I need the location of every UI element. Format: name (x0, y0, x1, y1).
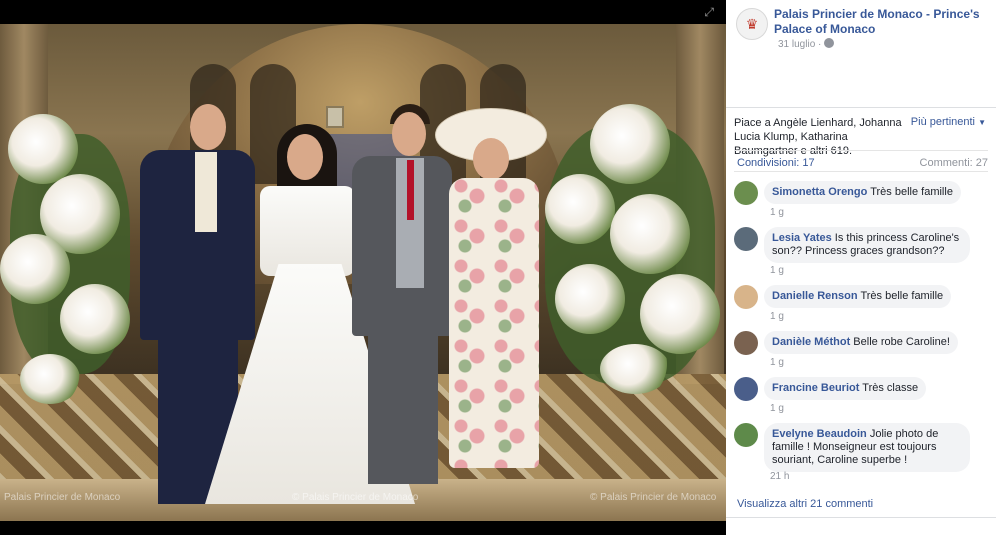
commenter-avatar[interactable] (734, 181, 758, 205)
photo-viewer: Palais Princier de Monaco © Palais Princ… (0, 0, 726, 535)
comment-bubble: Simonetta Orengo Très belle famille (764, 181, 961, 204)
red-tie (407, 160, 414, 220)
date-text: 31 luglio (778, 39, 816, 50)
commenter-name[interactable]: Danièle Méthot (772, 336, 850, 348)
flower-arrangement (60, 284, 130, 354)
flower-arrangement (610, 194, 690, 274)
flower-arrangement (640, 274, 720, 354)
watermark: © Palais Princier de Monaco (590, 492, 717, 503)
commenter-name[interactable]: Simonetta Orengo (772, 186, 867, 198)
commenter-avatar[interactable] (734, 331, 758, 355)
comment-bubble: Lesia Yates Is this princess Caroline's … (764, 227, 970, 263)
comments-count[interactable]: Commenti: 27 (920, 157, 988, 169)
commenter-avatar[interactable] (734, 423, 758, 447)
divider (726, 517, 996, 518)
comment-bubble: Danièle Méthot Belle robe Caroline! (764, 331, 958, 354)
commenter-name[interactable]: Danielle Renson (772, 290, 858, 302)
flower-arrangement (545, 174, 615, 244)
gown-bodice (260, 186, 355, 276)
commenter-name[interactable]: Francine Beuriot (772, 382, 859, 394)
floral-dress (449, 178, 539, 468)
commenter-name[interactable]: Lesia Yates (772, 232, 832, 244)
post-header: ♛ Palais Princier de Monaco - Prince's P… (726, 0, 996, 108)
caret-down-icon: ▼ (978, 118, 986, 127)
flower-arrangement (0, 234, 70, 304)
post-stats: Condivisioni: 17 Commenti: 27 (734, 150, 988, 172)
commenter-avatar[interactable] (734, 227, 758, 251)
view-more-comments-link[interactable]: Visualizza altri 21 commenti (737, 498, 873, 510)
relevance-dropdown[interactable]: Più pertinenti ▼ (911, 116, 986, 128)
comment-time[interactable]: 1 g (770, 357, 784, 368)
comment-time[interactable]: 1 g (770, 311, 784, 322)
page-avatar[interactable]: ♛ (736, 8, 768, 40)
comment-text: Très belle famille (870, 186, 953, 198)
flower-arrangement (8, 114, 78, 184)
comment-time[interactable]: 1 g (770, 207, 784, 218)
flower-arrangement (600, 344, 670, 394)
flower-arrangement (20, 354, 80, 404)
commenter-avatar[interactable] (734, 285, 758, 309)
commenter-avatar[interactable] (734, 377, 758, 401)
comment-bubble: Evelyne Beaudoin Jolie photo de famille … (764, 423, 970, 472)
comment-time[interactable]: 1 g (770, 403, 784, 414)
comment-time[interactable]: 21 h (770, 471, 789, 482)
flower-arrangement (590, 104, 670, 184)
watermark: Palais Princier de Monaco (4, 492, 121, 503)
expand-icon[interactable]: ⤢ (704, 5, 714, 20)
face (287, 134, 323, 180)
commenter-name[interactable]: Evelyne Beaudoin (772, 428, 867, 440)
post-date[interactable]: 31 luglio · (778, 38, 835, 50)
person-floral-dress (435, 108, 550, 478)
globe-icon (824, 38, 835, 48)
comments-panel: ♛ Palais Princier de Monaco - Prince's P… (726, 0, 996, 535)
page-name-link[interactable]: Palais Princier de Monaco - Prince's Pal… (774, 7, 990, 37)
face (473, 138, 509, 180)
post-photo[interactable]: Palais Princier de Monaco © Palais Princ… (0, 24, 726, 521)
comment-bubble: Danielle Renson Très belle famille (764, 285, 952, 308)
crest-icon: ♛ (745, 15, 759, 32)
relevance-label: Più pertinenti (910, 116, 976, 128)
comment-text: Très classe (862, 382, 919, 394)
flower-arrangement (555, 264, 625, 334)
comment-bubble: Francine Beuriot Très classe (764, 377, 927, 400)
comment-time[interactable]: 1 g (770, 265, 784, 276)
face (392, 112, 426, 156)
shares-count[interactable]: Condivisioni: 17 (737, 157, 815, 169)
comment-text: Belle robe Caroline! (853, 336, 950, 348)
trousers (368, 332, 438, 484)
comment-text: Très belle famille (860, 290, 944, 302)
watermark: © Palais Princier de Monaco (292, 492, 419, 503)
